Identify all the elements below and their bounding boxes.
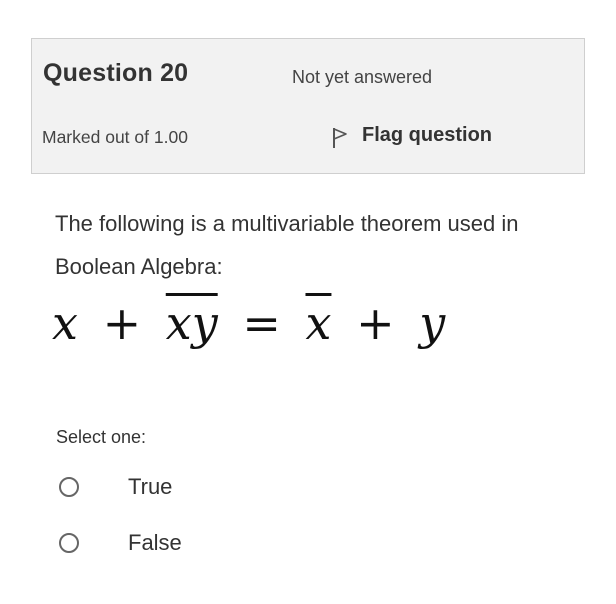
formula-equals: = <box>242 296 281 350</box>
flag-icon <box>332 127 348 149</box>
question-number: Question 20 <box>43 59 189 87</box>
formula-term-xbar: x <box>305 296 332 350</box>
option-false-label[interactable]: False <box>128 530 182 556</box>
radio-true[interactable] <box>59 477 79 497</box>
question-grade: Marked out of 1.00 <box>42 127 188 147</box>
question-text: The following is a multivariable theorem… <box>55 211 519 279</box>
flag-question-link[interactable]: Flag question <box>332 121 492 149</box>
formula-term-xbar-y: xy <box>165 296 218 350</box>
formula-plus: + <box>356 296 395 350</box>
question-state: Not yet answered <box>292 67 433 87</box>
formula-plus: + <box>102 296 142 350</box>
option-true[interactable]: True <box>59 474 172 500</box>
question-info-box: Question 20 Not yet answered Marked out … <box>31 38 585 174</box>
formula-term-y: y <box>419 296 446 350</box>
option-false[interactable]: False <box>59 530 182 556</box>
theorem-formula: x + xy = x + y <box>52 296 445 350</box>
option-true-label[interactable]: True <box>128 474 172 500</box>
formula-term-x: x <box>52 296 78 350</box>
flag-question-label: Flag question <box>362 123 492 146</box>
radio-false[interactable] <box>59 533 79 553</box>
select-one-prompt: Select one: <box>56 427 147 447</box>
